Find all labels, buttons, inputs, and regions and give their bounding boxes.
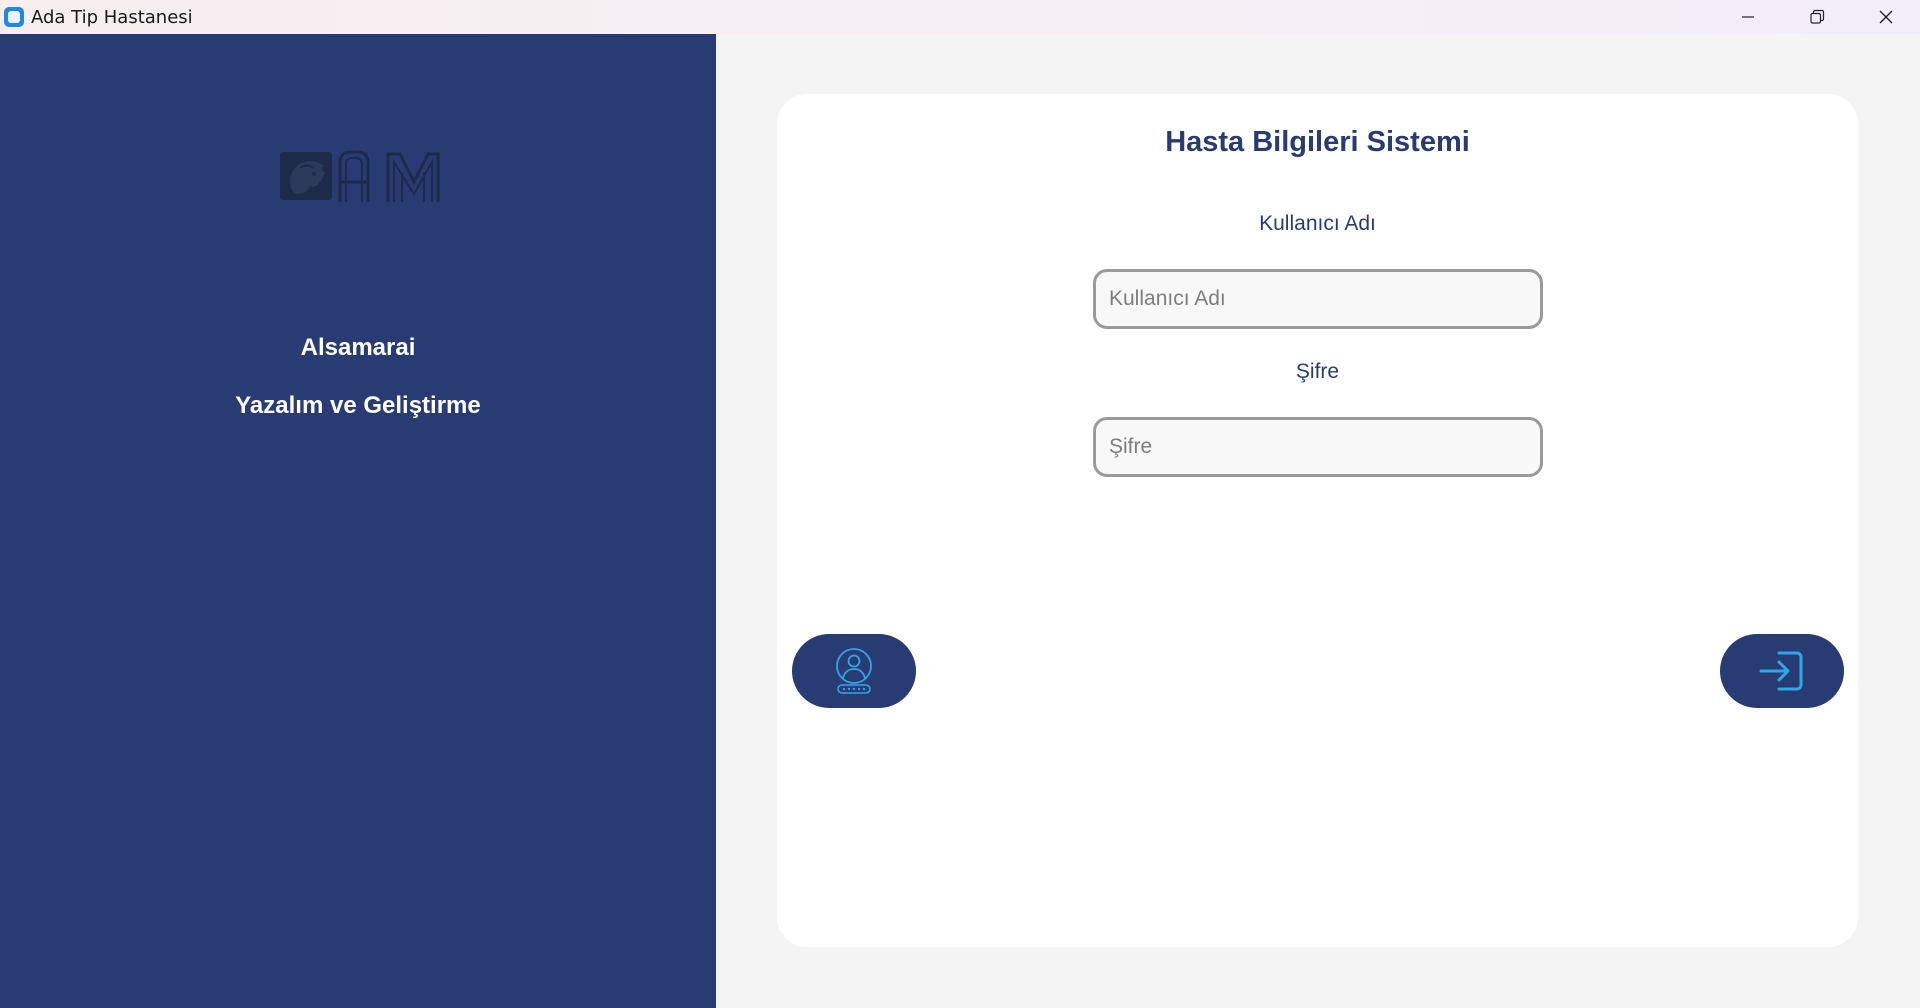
minimize-icon [1741,16,1754,18]
lion-am-logo-icon [280,150,440,202]
restore-button[interactable] [1782,0,1851,34]
login-button[interactable] [1720,634,1844,708]
title-bar: Ada Tip Hastanesi [0,0,1920,34]
username-input[interactable] [1093,269,1543,329]
close-icon [1879,10,1892,24]
window-title: Ada Tip Hastanesi [31,6,193,28]
user-password-icon [836,648,872,694]
sidebar: Alsamarai Yazalım ve Geliştirme [0,34,716,1008]
company-tagline: Yazalım ve Geliştirme [235,392,481,419]
user-password-button[interactable] [792,634,916,708]
page-title: Hasta Bilgileri Sistemi [1165,126,1470,158]
login-icon [1759,651,1803,691]
password-input[interactable] [1093,417,1543,477]
app-icon [4,7,24,27]
minimize-button[interactable] [1713,0,1782,34]
window-controls [1713,0,1920,34]
login-card: Hasta Bilgileri Sistemi Kullanıcı Adı Şi… [777,94,1858,947]
close-button[interactable] [1851,0,1920,34]
restore-icon [1809,9,1824,24]
password-label: Şifre [1295,360,1340,383]
company-name: Alsamarai [300,334,416,361]
username-label: Kullanıcı Adı [1259,212,1376,235]
